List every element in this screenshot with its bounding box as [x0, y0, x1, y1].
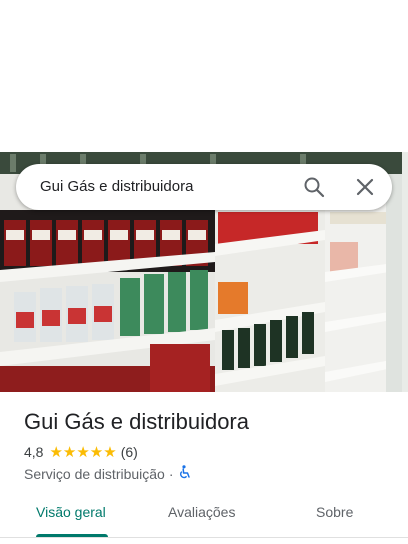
search-icon[interactable] — [302, 175, 326, 199]
photo-edge — [402, 152, 408, 392]
tab-bar: Visão geral Avaliações Sobre — [0, 494, 408, 537]
rating-stars: ★★★★★ — [49, 444, 117, 461]
place-title: Gui Gás e distribuidora — [24, 409, 249, 434]
search-bar[interactable]: Gui Gás e distribuidora — [16, 164, 392, 210]
review-count[interactable]: (6) — [121, 444, 138, 460]
wheelchair-icon[interactable] — [178, 465, 191, 483]
rating-row[interactable]: 4,8 ★★★★★ (6) — [24, 443, 138, 461]
rating-value: 4,8 — [24, 444, 44, 460]
close-icon[interactable] — [353, 175, 377, 199]
tab-about[interactable]: Sobre — [316, 504, 353, 520]
separator: · — [168, 466, 174, 482]
search-input[interactable]: Gui Gás e distribuidora — [40, 178, 193, 195]
category-row: Serviço de distribuição · — [24, 465, 191, 483]
tab-reviews[interactable]: Avaliações — [168, 504, 235, 520]
tab-overview[interactable]: Visão geral — [36, 504, 106, 520]
place-category: Serviço de distribuição — [24, 466, 165, 482]
tabs-divider — [0, 537, 408, 538]
